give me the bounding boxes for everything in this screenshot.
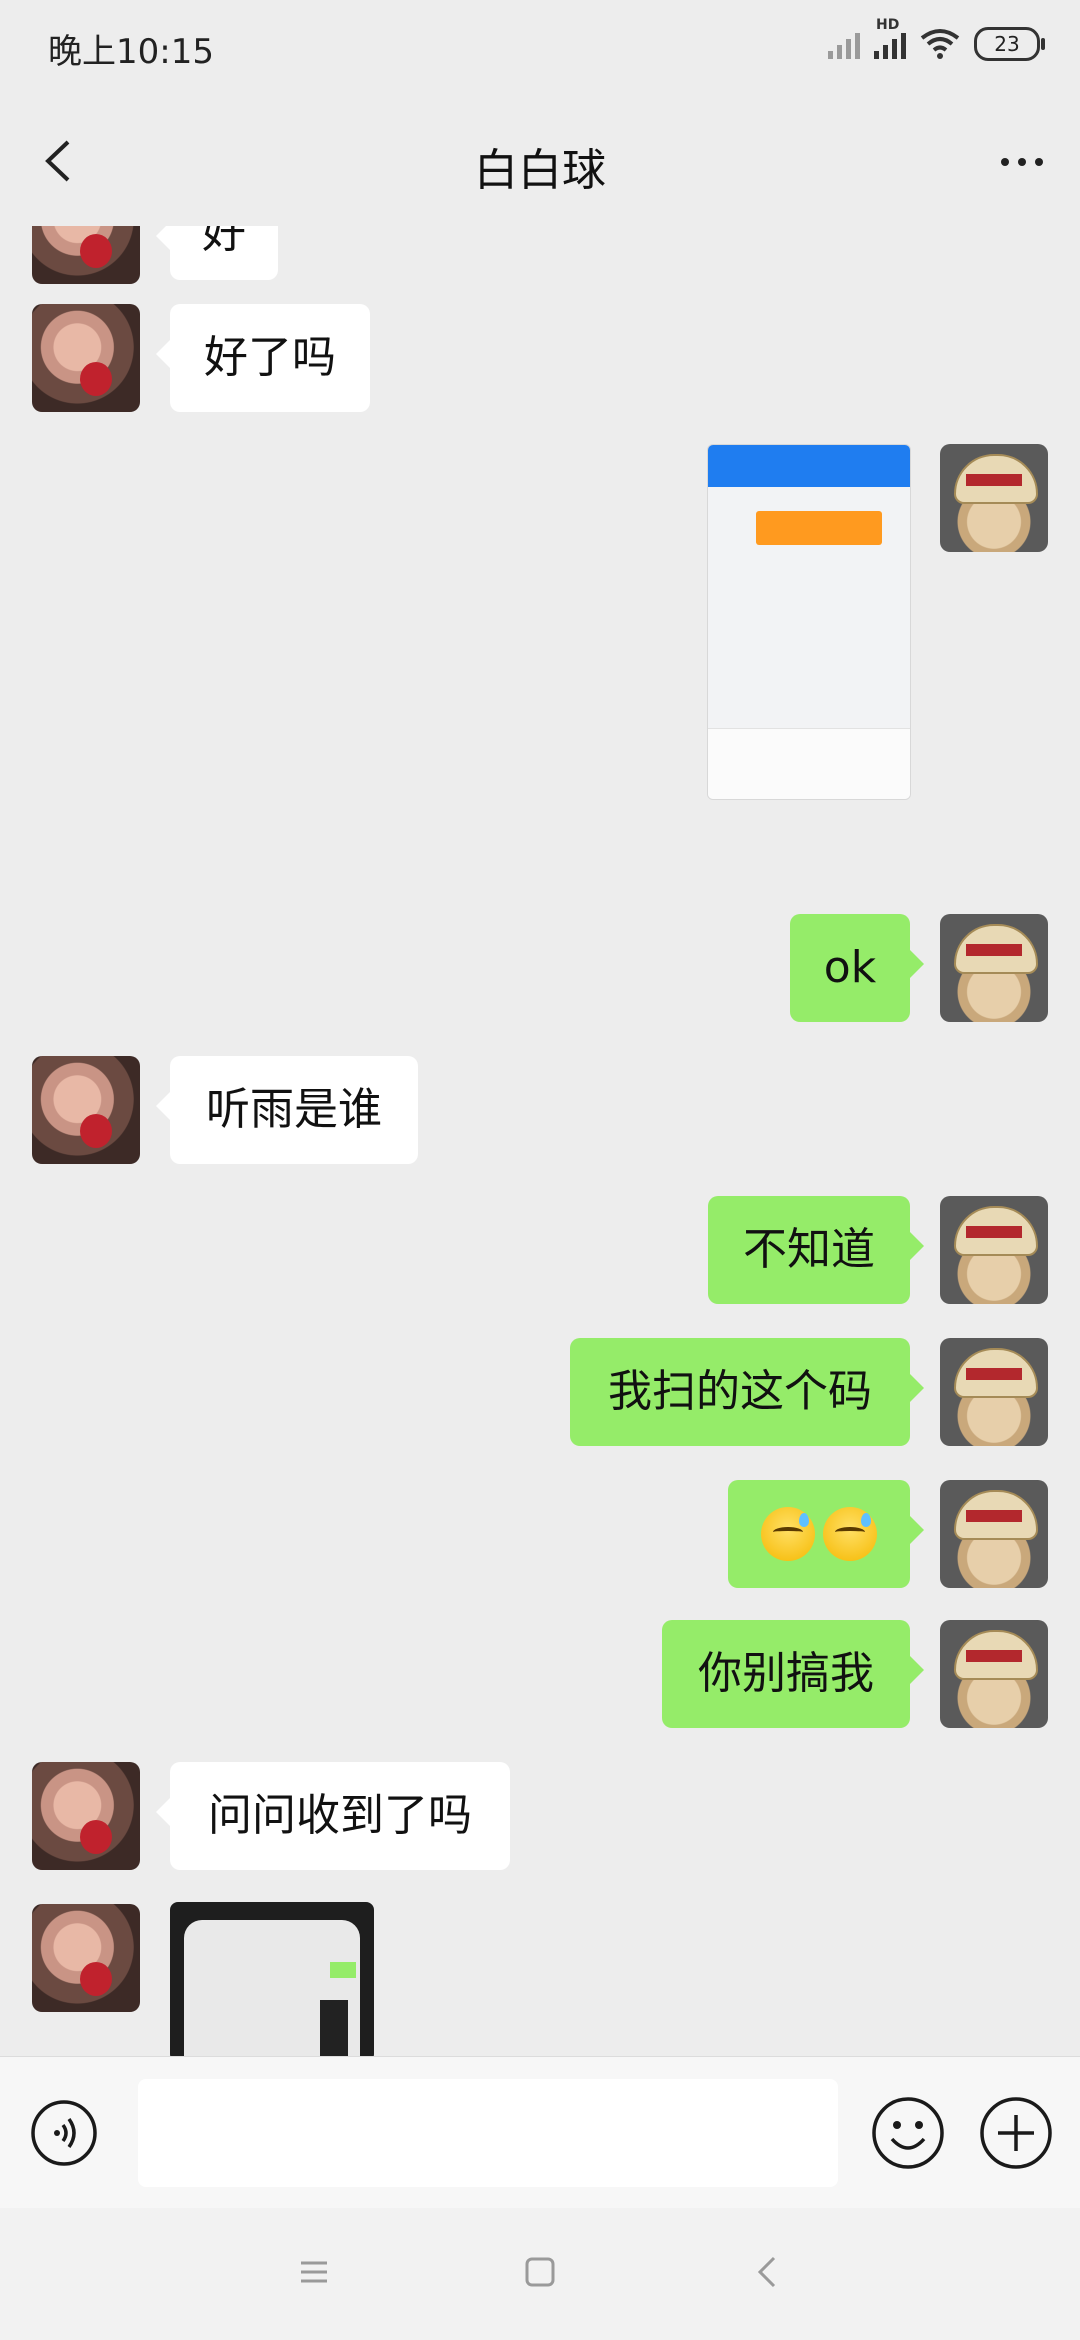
avatar-self[interactable] [940, 914, 1048, 1022]
message-bubble-outgoing[interactable]: 我扫的这个码 [570, 1338, 924, 1446]
message-bubble-outgoing[interactable]: ok [790, 914, 924, 1022]
message-bubble-outgoing[interactable]: 你别搞我 [662, 1620, 924, 1728]
image-footer [708, 728, 910, 799]
avatar-contact[interactable] [32, 1762, 140, 1870]
message-bubble-outgoing[interactable] [728, 1480, 924, 1588]
signal-icon-sim1 [828, 29, 860, 59]
network-label: HD [876, 17, 900, 33]
image-card [756, 511, 882, 545]
status-bar: 晚上10:15 HD 23 [0, 0, 1080, 96]
message-text: 好 [202, 226, 246, 258]
avatar-contact[interactable] [32, 1056, 140, 1164]
message-bubble-incoming[interactable]: 好 [156, 226, 278, 280]
image-topbar [708, 445, 910, 487]
signal-icon-sim2: HD [874, 17, 906, 59]
message-text: 问问收到了吗 [208, 1790, 472, 1841]
avatar-contact[interactable] [32, 304, 140, 412]
status-icons: HD 23 [828, 17, 1045, 66]
wifi-icon [920, 29, 960, 59]
sweat-emoji-icon [823, 1507, 877, 1561]
system-nav-bar [0, 2208, 1080, 2340]
message-bubble-incoming[interactable]: 听雨是谁 [156, 1056, 418, 1164]
message-bubble-outgoing[interactable]: 不知道 [708, 1196, 924, 1304]
message-input[interactable] [138, 2079, 838, 2187]
nav-back-icon[interactable] [752, 2254, 784, 2290]
sweat-emoji-icon [761, 1507, 815, 1561]
menu-icon[interactable] [298, 2256, 330, 2288]
avatar-contact[interactable] [32, 1904, 140, 2012]
photo-dark-block [320, 2000, 348, 2056]
message-text: 不知道 [743, 1224, 875, 1275]
voice-input-icon[interactable] [30, 2099, 98, 2167]
message-text: 我扫的这个码 [608, 1366, 872, 1417]
emoji-icon[interactable] [870, 2095, 946, 2171]
chat-header: 白白球 [0, 96, 1080, 226]
avatar-self[interactable] [940, 444, 1048, 552]
status-time: 晚上10:15 [48, 32, 214, 72]
avatar-self[interactable] [940, 1196, 1048, 1304]
message-list[interactable]: 好 好了吗 ok 听雨是谁 不知道 我扫的这个码 你别搞我 问问收到了吗 [0, 226, 1080, 2056]
home-square-icon[interactable] [524, 2256, 556, 2288]
message-bubble-incoming[interactable]: 好了吗 [156, 304, 370, 412]
more-dots-icon[interactable] [992, 140, 1052, 184]
message-image-incoming[interactable] [170, 1902, 374, 2056]
message-text: 听雨是谁 [206, 1084, 382, 1135]
avatar-contact[interactable] [32, 226, 140, 284]
plus-icon[interactable] [978, 2095, 1054, 2171]
message-image-outgoing[interactable] [707, 444, 911, 800]
message-text: 你别搞我 [698, 1648, 874, 1699]
photo-green-bubble [330, 1962, 356, 1978]
avatar-self[interactable] [940, 1620, 1048, 1728]
input-bar [0, 2056, 1080, 2209]
battery-icon: 23 [974, 27, 1045, 61]
message-bubble-incoming[interactable]: 问问收到了吗 [156, 1762, 510, 1870]
message-text: 好了吗 [204, 332, 336, 383]
avatar-self[interactable] [940, 1338, 1048, 1446]
message-text: ok [823, 942, 877, 993]
avatar-self[interactable] [940, 1480, 1048, 1588]
chat-title: 白白球 [474, 145, 606, 196]
